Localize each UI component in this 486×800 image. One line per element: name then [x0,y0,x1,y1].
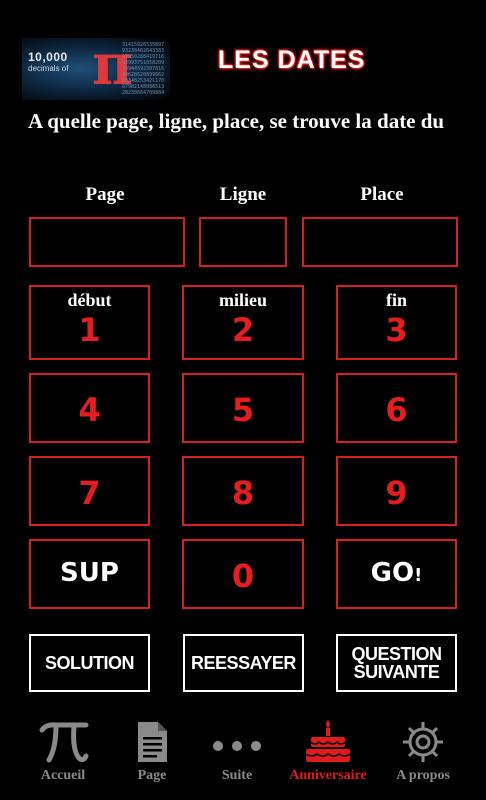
next-question-line2: SUIVANTE [353,662,440,682]
key-1-debut[interactable]: début 1 [29,285,150,360]
key-1-digit: 1 [78,311,101,349]
document-icon [138,722,167,762]
key-3-digit: 3 [385,311,408,349]
go-button-label: GO! [338,558,455,588]
more-dots-icon [213,741,261,751]
key-5[interactable]: 5 [182,373,304,443]
logo-caption: decimals of [28,64,69,73]
go-exclamation: ! [414,565,423,586]
gear-icon [403,722,443,762]
app-logo: 10,000 decimals of π 3141592653589793238… [22,38,170,100]
next-question-button[interactable]: QUESTION SUIVANTE [336,634,457,692]
page-field-label: Page [85,184,125,205]
key-2-caption: milieu [219,290,267,310]
key-9[interactable]: 9 [336,456,457,526]
go-button[interactable]: GO! [336,539,457,609]
key-4[interactable]: 4 [29,373,150,443]
key-4-digit: 4 [78,391,101,429]
bottom-tab-bar: Accueil Page Suite Anniversaire A propos [0,708,486,800]
page-title: LES DATES [218,46,366,74]
key-2-digit: 2 [231,311,255,349]
place-field-label: Place [360,184,404,205]
key-3-fin[interactable]: fin 3 [336,285,457,360]
key-6[interactable]: 6 [336,373,457,443]
tab-page[interactable]: Page [105,708,199,800]
birthday-cake-icon [305,720,351,762]
key-5-digit: 5 [231,391,255,429]
tab-suite-label: Suite [221,768,253,783]
go-text: GO [370,558,415,588]
key-3-caption: fin [385,290,407,310]
delete-button-label: SUP [60,558,119,588]
place-field[interactable] [302,217,458,267]
tab-a-propos-label: A propos [396,768,450,783]
tab-suite[interactable]: Suite [190,708,284,800]
tab-accueil[interactable]: Accueil [16,708,110,800]
key-6-digit: 6 [385,391,408,429]
tab-anniversaire-label: Anniversaire [289,768,367,783]
solution-button[interactable]: SOLUTION [29,634,150,692]
key-8-digit: 8 [231,474,255,512]
page-field[interactable] [29,217,185,267]
key-0[interactable]: 0 [182,539,304,609]
line-field-label: Ligne [219,184,267,205]
question-text: A quelle page, ligne, place, se trouve l… [28,109,445,133]
key-2-milieu[interactable]: milieu 2 [182,285,304,360]
pi-icon [39,722,89,763]
key-0-digit: 0 [231,557,255,595]
line-field[interactable] [199,217,287,267]
tab-page-label: Page [137,768,167,783]
tab-accueil-label: Accueil [40,768,86,783]
next-question-line1: QUESTION [351,644,442,664]
key-1-caption: début [67,290,112,310]
tab-a-propos[interactable]: A propos [376,708,470,800]
key-7-digit: 7 [78,474,101,512]
key-8[interactable]: 8 [182,456,304,526]
key-9-digit: 9 [385,474,408,512]
logo-digit-texture: 3141592653589793238462643383279502884197… [122,42,165,96]
tab-anniversaire[interactable]: Anniversaire [279,708,377,800]
logo-number: 10,000 [28,50,68,64]
retry-button[interactable]: REESSAYER [183,634,304,692]
key-7[interactable]: 7 [29,456,150,526]
delete-button[interactable]: SUP [29,539,150,609]
